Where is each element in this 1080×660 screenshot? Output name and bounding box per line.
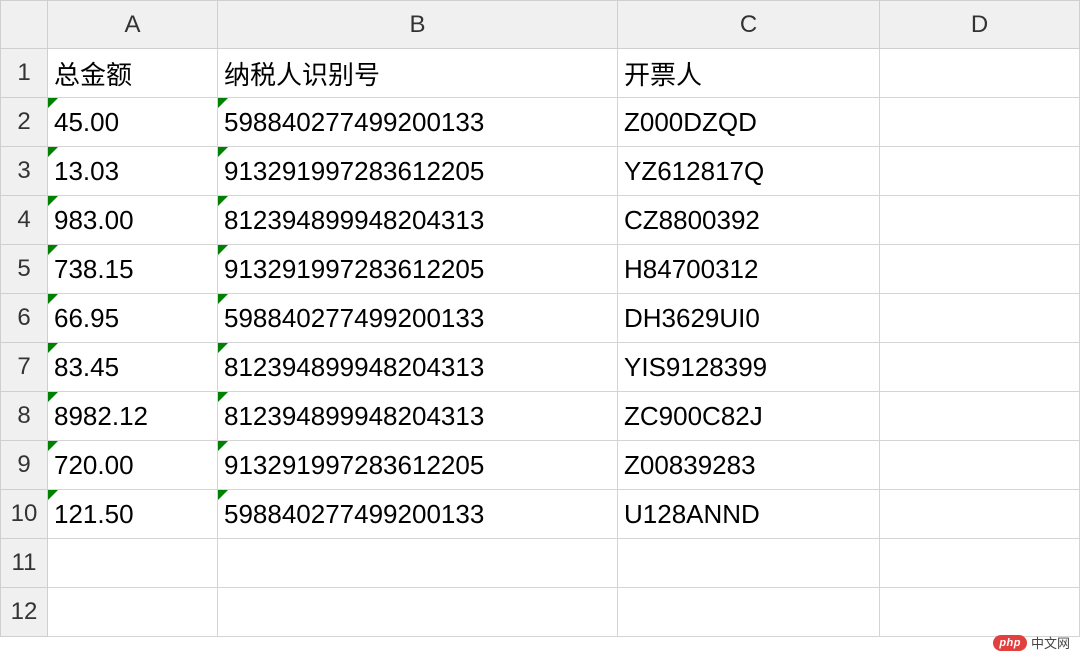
cell-A12[interactable] [48,588,218,637]
cell-A5[interactable]: 738.15 [48,245,218,294]
row-header-9[interactable]: 9 [0,441,48,490]
cell-A6[interactable]: 66.95 [48,294,218,343]
cell-D2[interactable] [880,98,1080,147]
cell-B10[interactable]: 598840277499200133 [218,490,618,539]
cell-B5[interactable]: 913291997283612205 [218,245,618,294]
watermark: php 中文网 [993,633,1070,652]
cell-C12[interactable] [618,588,880,637]
cell-A9[interactable]: 720.00 [48,441,218,490]
watermark-text: 中文网 [1031,633,1070,652]
cell-B2[interactable]: 598840277499200133 [218,98,618,147]
select-all-corner[interactable] [0,0,48,49]
cell-D9[interactable] [880,441,1080,490]
cell-D12[interactable] [880,588,1080,637]
row-header-1[interactable]: 1 [0,49,48,98]
watermark-badge: php [993,635,1027,651]
cell-D6[interactable] [880,294,1080,343]
cell-D3[interactable] [880,147,1080,196]
cell-B8[interactable]: 812394899948204313 [218,392,618,441]
cell-C2[interactable]: Z000DZQD [618,98,880,147]
cell-A11[interactable] [48,539,218,588]
cell-D1[interactable] [880,49,1080,98]
cell-D7[interactable] [880,343,1080,392]
cell-B3[interactable]: 913291997283612205 [218,147,618,196]
cell-B1[interactable]: 纳税人识别号 [218,49,618,98]
row-header-3[interactable]: 3 [0,147,48,196]
col-header-B[interactable]: B [218,0,618,49]
cell-C10[interactable]: U128ANND [618,490,880,539]
cell-A10[interactable]: 121.50 [48,490,218,539]
cell-C3[interactable]: YZ612817Q [618,147,880,196]
cell-B9[interactable]: 913291997283612205 [218,441,618,490]
cell-C7[interactable]: YIS9128399 [618,343,880,392]
row-header-6[interactable]: 6 [0,294,48,343]
cell-A7[interactable]: 83.45 [48,343,218,392]
row-header-4[interactable]: 4 [0,196,48,245]
cell-A4[interactable]: 983.00 [48,196,218,245]
cell-D10[interactable] [880,490,1080,539]
spreadsheet-grid[interactable]: A B C D 1 总金额 纳税人识别号 开票人 2 45.00 5988402… [0,0,1080,637]
cell-D5[interactable] [880,245,1080,294]
cell-C8[interactable]: ZC900C82J [618,392,880,441]
cell-D8[interactable] [880,392,1080,441]
cell-D4[interactable] [880,196,1080,245]
cell-A1[interactable]: 总金额 [48,49,218,98]
cell-C1[interactable]: 开票人 [618,49,880,98]
cell-B6[interactable]: 598840277499200133 [218,294,618,343]
cell-C6[interactable]: DH3629UI0 [618,294,880,343]
cell-D11[interactable] [880,539,1080,588]
row-header-8[interactable]: 8 [0,392,48,441]
row-header-12[interactable]: 12 [0,588,48,637]
row-header-7[interactable]: 7 [0,343,48,392]
row-header-2[interactable]: 2 [0,98,48,147]
cell-A8[interactable]: 8982.12 [48,392,218,441]
row-header-5[interactable]: 5 [0,245,48,294]
cell-C11[interactable] [618,539,880,588]
cell-C4[interactable]: CZ8800392 [618,196,880,245]
col-header-A[interactable]: A [48,0,218,49]
cell-B11[interactable] [218,539,618,588]
cell-A3[interactable]: 13.03 [48,147,218,196]
row-header-10[interactable]: 10 [0,490,48,539]
cell-B4[interactable]: 812394899948204313 [218,196,618,245]
row-header-11[interactable]: 11 [0,539,48,588]
col-header-C[interactable]: C [618,0,880,49]
col-header-D[interactable]: D [880,0,1080,49]
cell-A2[interactable]: 45.00 [48,98,218,147]
cell-C9[interactable]: Z00839283 [618,441,880,490]
cell-B12[interactable] [218,588,618,637]
cell-C5[interactable]: H84700312 [618,245,880,294]
cell-B7[interactable]: 812394899948204313 [218,343,618,392]
